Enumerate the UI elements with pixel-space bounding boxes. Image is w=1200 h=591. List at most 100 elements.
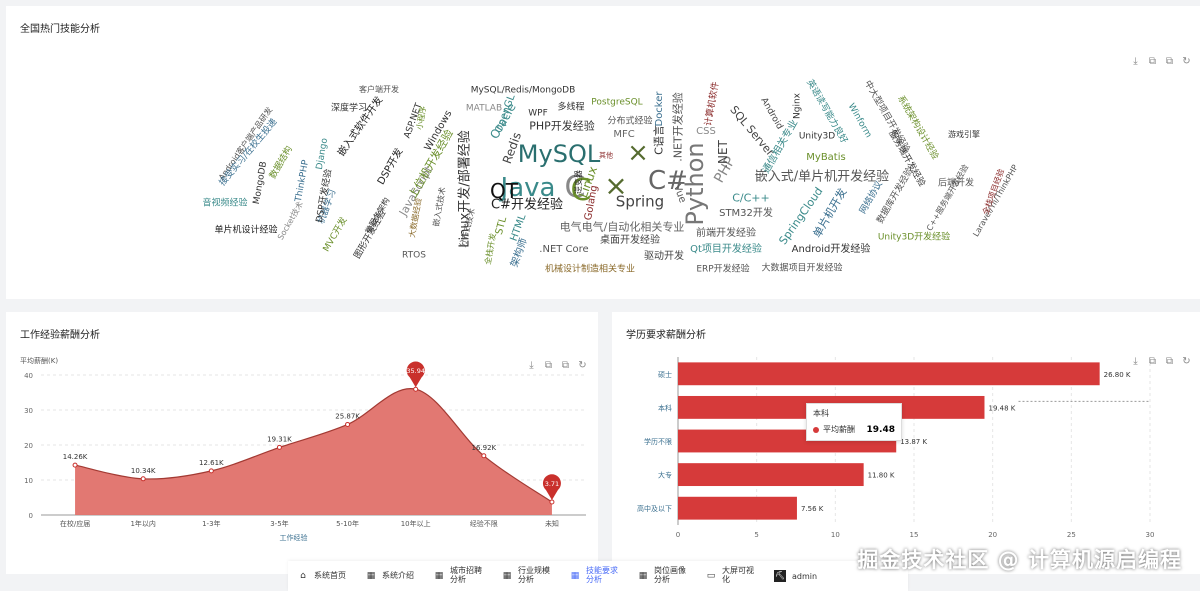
word-cloud-term: ERP开发经验 <box>696 264 750 275</box>
word-cloud-term: 嵌入式/单片机开发经验 <box>754 169 890 185</box>
word-cloud-term: 桌面开发经验 <box>600 235 660 246</box>
user-menu[interactable]: ⛏ admin <box>774 570 842 582</box>
word-cloud-term: 分布式经验 <box>607 116 653 127</box>
word-cloud-term: PHP开发经验 <box>529 119 595 133</box>
nav-item[interactable]: ▭ 大屏可视化 <box>706 566 774 585</box>
bar-value-label: 11.80 K <box>868 472 895 480</box>
word-cloud-term: 游戏引擎 <box>948 130 980 139</box>
data-label: 12.61K <box>199 459 224 467</box>
word-cloud-term: C#开发经验 <box>491 197 563 213</box>
word-cloud-term: Spring <box>615 192 665 211</box>
x-tick-label: 5-10年 <box>336 519 359 528</box>
data-view-icon[interactable]: ⧉ <box>543 360 554 371</box>
nav-item[interactable]: ▦ 城市招聘分析 <box>434 566 502 585</box>
data-point[interactable] <box>140 476 146 482</box>
word-cloud-term: .NET Core <box>539 244 589 255</box>
word-cloud-term: 计算机软件 <box>703 80 722 127</box>
data-point[interactable] <box>276 444 282 450</box>
bottom-navigation: ⌂ 系统首页 ▦ 系统介绍 ▦ 城市招聘分析 ▦ 行业规模分析 ▦ 技能要求分析 ▦ 岗位画像分析 ▭ 大… <box>288 561 908 591</box>
word-cloud-term: 大数据项目开发经验 <box>761 263 843 274</box>
x-tick-label: 1-3年 <box>202 519 220 528</box>
education-salary-panel: 学历要求薪酬分析 ⤓ ⧉ ⧉ ↻ 0 5 10 15 20 25 30 26.80 K 硕士 19… <box>612 312 1200 574</box>
tooltip-series-name: 平均薪酬 <box>823 425 855 434</box>
word-cloud-term: 音视频经验 <box>202 198 248 209</box>
download-icon[interactable]: ⤓ <box>1130 356 1141 367</box>
data-point[interactable] <box>208 468 214 474</box>
word-cloud-term: 数据结构 <box>268 144 295 181</box>
data-point[interactable] <box>72 462 78 468</box>
word-cloud-term: MFC <box>613 129 635 140</box>
word-cloud-term: MongoDB <box>251 160 270 206</box>
bar[interactable] <box>678 362 1100 386</box>
restore-view-icon[interactable]: ⧉ <box>1164 356 1175 367</box>
x-tick-label: 30 <box>1146 531 1155 539</box>
word-cloud-term: Winform <box>845 101 874 140</box>
word-cloud-term: 小程序 <box>414 105 429 131</box>
experience-panel-title: 工作经验薪酬分析 <box>20 330 100 341</box>
data-point[interactable] <box>345 421 351 427</box>
data-point[interactable] <box>549 499 555 505</box>
nav-item-label: 城市招聘分析 <box>450 566 482 584</box>
word-cloud-term: C语言 <box>652 125 666 155</box>
x-tick-label: 5 <box>754 531 758 539</box>
nav-item-label: 系统首页 <box>314 570 346 580</box>
word-cloud-term: 逆变器 <box>574 170 583 194</box>
word-cloud-term: WPF <box>528 108 548 119</box>
grid-icon: ▦ <box>434 571 444 581</box>
word-cloud-term: MySQL/Redis/MongoDB <box>470 85 576 96</box>
word-cloud-term: 多线程 <box>557 102 585 113</box>
data-point[interactable] <box>413 386 419 392</box>
experience-toolbox: ⤓ ⧉ ⧉ ↻ <box>526 360 588 371</box>
word-cloud-term: Django <box>314 137 331 171</box>
data-point[interactable] <box>481 453 487 459</box>
x-tick-label: 经验不限 <box>470 519 498 528</box>
bar[interactable] <box>678 496 797 520</box>
data-label: 14.26K <box>63 453 88 461</box>
restore-view-icon[interactable]: ⧉ <box>560 360 571 371</box>
nav-item[interactable]: ▦ 技能要求分析 <box>570 566 638 585</box>
bar[interactable] <box>678 463 864 487</box>
nav-item[interactable]: ▦ 岗位画像分析 <box>638 566 706 585</box>
y-tick-label: 0 <box>29 512 33 520</box>
y-category-label: 大专 <box>658 471 672 480</box>
nav-item[interactable]: ⌂ 系统首页 <box>298 571 366 581</box>
word-cloud-term: Qt项目开发经验 <box>690 244 762 255</box>
data-label: 10.34K <box>131 467 156 475</box>
tooltip-value: 19.48 <box>866 424 895 435</box>
word-cloud-term: 嵌入式技术 <box>431 186 448 228</box>
tooltip-title: 本科 <box>813 409 829 418</box>
bar-value-label: 26.80 K <box>1104 371 1131 379</box>
y-tick-label: 20 <box>24 442 33 450</box>
refresh-icon[interactable]: ↻ <box>577 360 588 371</box>
word-cloud-term: 架构师 <box>509 236 530 269</box>
bar-value-label: 7.56 K <box>801 505 824 513</box>
max-marker-label: 35.94 <box>406 367 425 375</box>
experience-salary-panel: 工作经验薪酬分析 ⤓ ⧉ ⧉ ↻ 平均薪酬(K) 0 10 20 30 40 14.26K 在… <box>6 312 598 574</box>
word-cloud-term: 全栈开发 <box>483 232 498 266</box>
nav-item[interactable]: ▦ 系统介绍 <box>366 571 434 581</box>
data-view-icon[interactable]: ⧉ <box>1147 356 1158 367</box>
download-icon[interactable]: ⤓ <box>526 360 537 371</box>
nav-item[interactable]: ▦ 行业规模分析 <box>502 566 570 585</box>
word-cloud-term: .NET <box>716 140 730 168</box>
word-cloud-term: 前端开发经验 <box>696 228 756 239</box>
word-cloud-term: 深度学习 <box>330 103 368 114</box>
y-tick-label: 10 <box>24 477 33 485</box>
word-cloud-term: PostgreSQL <box>591 97 643 108</box>
x-tick-label: 25 <box>1067 531 1076 539</box>
bar-value-label: 13.87 K <box>900 438 927 446</box>
refresh-icon[interactable]: ↻ <box>1181 356 1192 367</box>
nav-item-label: 大屏可视化 <box>722 566 754 584</box>
area-fill <box>75 388 552 515</box>
word-cloud-term: .NET开发经验 <box>671 92 685 162</box>
min-marker: 3.71 <box>542 474 561 501</box>
word-cloud-term: MySQL <box>517 140 601 168</box>
nav-item-label: 系统介绍 <box>382 570 414 580</box>
word-cloud-term: STM32开发 <box>719 208 773 219</box>
education-panel-title: 学历要求薪酬分析 <box>626 330 706 341</box>
word-cloud-term: 后端开发 <box>937 178 975 189</box>
word-cloud-term: 其他 <box>599 151 613 160</box>
word-cloud-term: Nginx <box>792 93 803 119</box>
max-marker: 35.94 <box>406 361 425 388</box>
word-cloud-term: 机械设计制造相关专业 <box>544 264 636 275</box>
